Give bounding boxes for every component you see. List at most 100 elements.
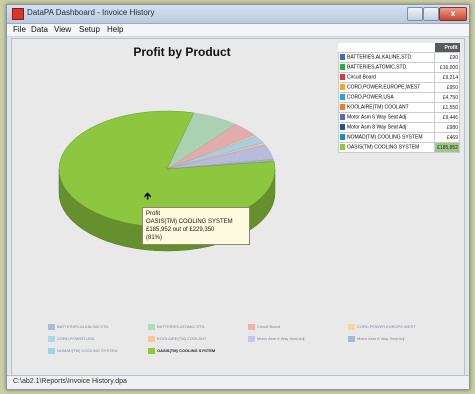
tooltip-percent: (81%) [146, 235, 163, 241]
legend-label-cell: OASIS(TM) COOLING SYSTEM [338, 142, 435, 153]
bottom-legend-label: Motor Asm 8 Way Seat Adj [357, 336, 405, 342]
bottom-legend-label: Circuit Board [257, 324, 281, 330]
legend-label: BATTERIES,ALKALINE,STD. [347, 54, 413, 61]
legend-swatch [340, 134, 345, 141]
bottom-legend-label: BATTERIES,ATOMIC,STD. [157, 324, 206, 330]
bottom-legend-swatch [148, 324, 155, 330]
bottom-legend-item[interactable]: BATTERIES,ATOMIC,STD. [148, 324, 205, 330]
bottom-legend-swatch [248, 324, 255, 330]
menu-data[interactable]: Data [31, 25, 48, 34]
bottom-legend-item[interactable]: KOOLAIRE(TM) COOLANT [148, 336, 206, 342]
legend-row[interactable]: OASIS(TM) COOLING SYSTEM £185,952 [338, 142, 460, 153]
minimize-button[interactable] [407, 7, 423, 21]
bottom-legend-item[interactable]: Motor Asm 6 Way Seat Adj [248, 336, 304, 342]
tooltip-measure: Profit [146, 211, 161, 217]
bottom-legend-swatch [348, 324, 355, 330]
legend-row[interactable]: BATTERIES,ALKALINE,STD. £90 [338, 52, 460, 63]
legend-label-cell: Motor Asm 8 Way Seat Adj [338, 122, 435, 133]
app-window: DataPA Dashboard - Invoice History x Fil… [6, 4, 470, 390]
legend-swatch [340, 64, 345, 71]
legend-row[interactable]: Motor Asm 8 Way Seat Adj £980 [338, 122, 460, 133]
legend-label: KOOLAIRE(TM) COOLANT [347, 104, 409, 111]
legend-row[interactable]: KOOLAIRE(TM) COOLANT £1,550 [338, 102, 460, 113]
legend-label: BATTERIES,ATOMIC,STD. [347, 64, 408, 71]
menu-view[interactable]: View [54, 25, 71, 34]
legend-label-cell: BATTERIES,ALKALINE,STD. [338, 52, 435, 63]
legend-row[interactable]: NOMAD(TM) COOLING SYSTEM £469 [338, 132, 460, 143]
tooltip-value: £185,952 out of £229,350 [146, 227, 215, 233]
bottom-legend-label: BATTERIES,ALKALINE,STD. [57, 324, 110, 330]
window-title: DataPA Dashboard - Invoice History [27, 8, 155, 17]
bottom-legend-item[interactable]: CORD,POWER,USA [48, 336, 94, 342]
title-bar[interactable]: DataPA Dashboard - Invoice History x [7, 5, 469, 24]
legend-row[interactable]: Circuit Board £9,214 [338, 72, 460, 83]
legend-label: NOMAD(TM) COOLING SYSTEM [347, 134, 423, 141]
pie-chart[interactable] [12, 39, 342, 319]
legend-table: Profit BATTERIES,ALKALINE,STD. £90 BATTERI… [338, 43, 460, 153]
legend-label-cell: Motor Asm 6 Way Seat Adj [338, 112, 435, 123]
legend-value: £1,550 [434, 102, 460, 113]
bottom-legend-label: KOOLAIRE(TM) COOLANT [157, 336, 207, 342]
bottom-legend-label: OASIS(TM) COOLING SYSTEM [157, 348, 216, 354]
legend-label-cell: NOMAD(TM) COOLING SYSTEM [338, 132, 435, 143]
bottom-legend-item[interactable]: Motor Asm 8 Way Seat Adj [348, 336, 404, 342]
bottom-legend-item[interactable]: CORD,POWER,EUROPE,WEST [348, 324, 416, 330]
bottom-legend-item[interactable]: Circuit Board [248, 324, 280, 330]
close-button[interactable]: x [439, 7, 467, 21]
file-path: C:\ab2.1\Reports\Invoice History.dpa [13, 378, 127, 385]
bottom-legend-swatch [348, 336, 355, 342]
menu-bar: File Data View Setup Help [7, 24, 469, 37]
legend-header-profit: Profit [434, 43, 460, 53]
legend-label-cell: BATTERIES,ATOMIC,STD. [338, 62, 435, 73]
legend-label-cell: CORD,POWER,EUROPE,WEST [338, 82, 435, 93]
dashboard-panel: Profit by Product 🡹 Profit OASIS(TM) COO… [11, 38, 465, 376]
legend-label-cell: CORD,POWER,USA [338, 92, 435, 103]
legend-row[interactable]: CORD,POWER,USA £4,750 [338, 92, 460, 103]
menu-file[interactable]: File [13, 25, 26, 34]
legend-swatch [340, 84, 345, 91]
legend-label: Motor Asm 6 Way Seat Adj [347, 114, 407, 121]
legend-label: Motor Asm 8 Way Seat Adj [347, 124, 407, 131]
legend-label: CORD,POWER,USA [347, 94, 394, 101]
menu-help[interactable]: Help [107, 25, 123, 34]
legend-swatch [340, 94, 345, 101]
pie-tooltip: Profit OASIS(TM) COOLING SYSTEM £185,952… [142, 207, 250, 245]
legend-value: £90 [434, 52, 460, 63]
status-bar: C:\ab2.1\Reports\Invoice History.dpa [7, 375, 469, 389]
legend-header-blank [338, 43, 435, 53]
bottom-legend-swatch [48, 336, 55, 342]
legend-value: £9,446 [434, 112, 460, 123]
bottom-legend-label: Motor Asm 6 Way Seat Adj [257, 336, 305, 342]
legend-swatch [340, 74, 345, 81]
legend-value: £4,750 [434, 92, 460, 103]
legend-label: CORD,POWER,EUROPE,WEST [347, 84, 421, 91]
legend-row[interactable]: Motor Asm 6 Way Seat Adj £9,446 [338, 112, 460, 123]
bottom-legend: BATTERIES,ALKALINE,STD. BATTERIES,ATOMIC,… [48, 324, 458, 358]
legend-value: £980 [434, 122, 460, 133]
bottom-legend-label: CORD,POWER,USA [57, 336, 95, 342]
legend-label: OASIS(TM) COOLING SYSTEM [347, 144, 420, 151]
bottom-legend-swatch [48, 324, 55, 330]
app-icon [12, 8, 24, 20]
legend-swatch [340, 124, 345, 131]
legend-row[interactable]: CORD,POWER,EUROPE,WEST £950 [338, 82, 460, 93]
legend-value: £16,000 [434, 62, 460, 73]
bottom-legend-swatch [48, 348, 55, 354]
legend-label-cell: Circuit Board [338, 72, 435, 83]
bottom-legend-item[interactable]: BATTERIES,ALKALINE,STD. [48, 324, 109, 330]
legend-value: £185,952 [434, 142, 460, 153]
bottom-legend-swatch [148, 336, 155, 342]
menu-setup[interactable]: Setup [79, 25, 100, 34]
legend-swatch [340, 114, 345, 121]
legend-swatch [340, 104, 345, 111]
legend-label-cell: KOOLAIRE(TM) COOLANT [338, 102, 435, 113]
maximize-button[interactable] [423, 7, 439, 21]
tooltip-product: OASIS(TM) COOLING SYSTEM [146, 219, 233, 225]
bottom-legend-item[interactable]: NOMAD(TM) COOLING SYSTEM [48, 348, 117, 354]
legend-swatch [340, 144, 345, 151]
legend-label: Circuit Board [347, 74, 376, 81]
mouse-cursor-icon: 🡹 [144, 191, 152, 202]
legend-row[interactable]: BATTERIES,ATOMIC,STD. £16,000 [338, 62, 460, 73]
bottom-legend-label: NOMAD(TM) COOLING SYSTEM [57, 348, 118, 354]
bottom-legend-item[interactable]: OASIS(TM) COOLING SYSTEM [148, 348, 215, 354]
